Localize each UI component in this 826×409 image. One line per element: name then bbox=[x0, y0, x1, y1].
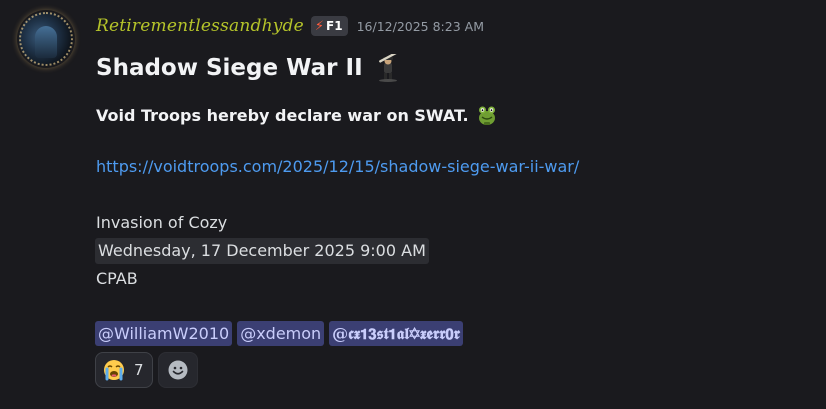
reactions-bar: 7 bbox=[95, 352, 198, 388]
message-title: Shadow Siege War II bbox=[96, 51, 401, 82]
message-title-text: Shadow Siege War II bbox=[96, 55, 363, 81]
event-location: CPAB bbox=[96, 269, 138, 288]
chat-message: Retirementlessandhyde ⚡ F1 16/12/2025 8:… bbox=[0, 0, 826, 409]
avatar-decoration bbox=[19, 12, 73, 66]
event-name: Invasion of Cozy bbox=[96, 213, 228, 232]
frog-emoji-icon bbox=[475, 103, 499, 127]
avatar[interactable] bbox=[19, 12, 73, 66]
mention-user[interactable]: @WilliamW2010 bbox=[95, 321, 233, 346]
lightning-bolt-icon: ⚡ bbox=[314, 18, 325, 34]
server-tag[interactable]: ⚡ F1 bbox=[310, 16, 348, 36]
event-timestamp-chip[interactable]: Wednesday, 17 December 2025 9:00 AM bbox=[95, 238, 429, 264]
mention-user[interactable]: @xdemon bbox=[237, 321, 325, 346]
message-subtitle: Void Troops hereby declare war on SWAT. bbox=[96, 103, 499, 127]
message-header: Retirementlessandhyde ⚡ F1 16/12/2025 8:… bbox=[96, 13, 484, 39]
soldier-emoji-icon bbox=[375, 51, 401, 82]
add-reaction-smiley-icon bbox=[168, 360, 188, 380]
loudly-crying-face-emoji-icon bbox=[102, 358, 126, 382]
reaction-count: 7 bbox=[134, 361, 144, 379]
message-timestamp[interactable]: 16/12/2025 8:23 AM bbox=[357, 19, 484, 34]
mentions-row: @WilliamW2010 @xdemon @𝖈𝖝𝟭𝟯𝖘𝖙𝟭𝖆𝖑✡𝖝𝖊𝖗𝖗𝟬𝖗 bbox=[95, 321, 463, 346]
add-reaction-button[interactable] bbox=[157, 352, 198, 388]
war-post-link[interactable]: https://voidtroops.com/2025/12/15/shadow… bbox=[96, 157, 579, 176]
mention-user[interactable]: @𝖈𝖝𝟭𝟯𝖘𝖙𝟭𝖆𝖑✡𝖝𝖊𝖗𝖗𝟬𝖗 bbox=[329, 321, 463, 346]
reaction-loudly-crying[interactable]: 7 bbox=[95, 352, 153, 388]
author-username[interactable]: Retirementlessandhyde bbox=[96, 16, 304, 36]
server-tag-label: F1 bbox=[326, 19, 343, 33]
message-subtitle-text: Void Troops hereby declare war on SWAT. bbox=[96, 105, 469, 125]
